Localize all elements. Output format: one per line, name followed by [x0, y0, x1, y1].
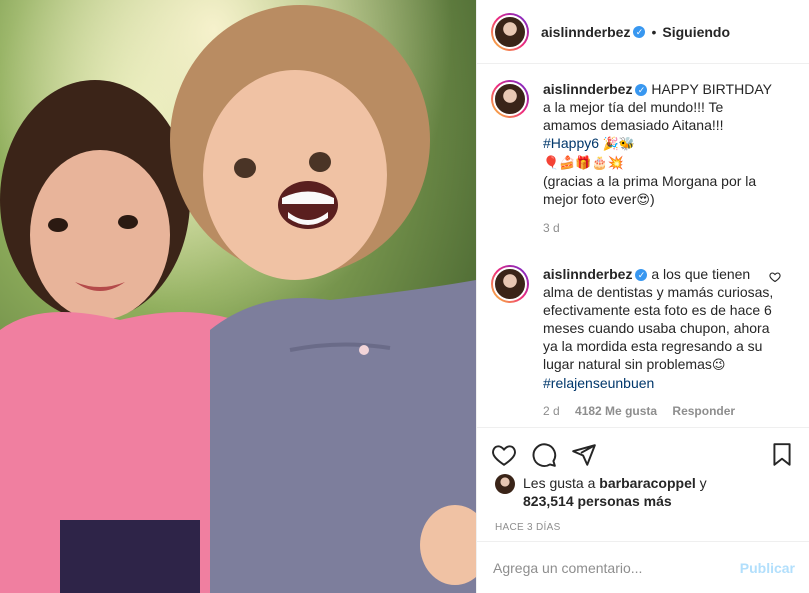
- author-avatar[interactable]: [491, 12, 529, 51]
- reply-button[interactable]: Responder: [672, 404, 735, 418]
- comment-input[interactable]: [493, 559, 740, 576]
- separator-dot: •: [651, 23, 657, 40]
- comment-like-heart-icon[interactable]: [769, 271, 781, 283]
- comment-avatar[interactable]: [491, 265, 529, 303]
- liker-avatar[interactable]: [495, 474, 515, 494]
- liker-username[interactable]: barbaracoppel: [599, 475, 695, 491]
- comment-emoji: 😉: [711, 357, 726, 372]
- likes-count[interactable]: 823,514 personas más: [523, 493, 672, 509]
- post-date[interactable]: HACE 3 DÍAS: [477, 510, 809, 533]
- like-heart-icon[interactable]: [491, 442, 517, 468]
- share-paper-plane-icon[interactable]: [571, 442, 597, 468]
- post-panel: aislinnderbez ✓ • Siguiendo aislinnderbe…: [476, 0, 809, 593]
- instagram-post: aislinnderbez ✓ • Siguiendo aislinnderbe…: [0, 0, 809, 593]
- verified-badge-icon: ✓: [633, 25, 646, 38]
- hashtag-link[interactable]: #relajenseunbuen: [543, 375, 654, 391]
- caption-emojis-line: 🎈🍰🎁🎂💥: [543, 155, 624, 170]
- photo-illustration: [0, 0, 476, 593]
- publish-button[interactable]: Publicar: [740, 560, 795, 576]
- comments-list[interactable]: aislinnderbez ✓ HAPPY BIRTHDAY a la mejor…: [477, 64, 809, 428]
- comment-username[interactable]: aislinnderbez: [543, 266, 632, 282]
- comment-bubble-icon[interactable]: [531, 442, 557, 468]
- caption-avatar[interactable]: [491, 80, 529, 118]
- hashtag-link[interactable]: #Happy6: [543, 135, 599, 151]
- caption-comment: aislinnderbez ✓ HAPPY BIRTHDAY a la mejor…: [491, 80, 795, 237]
- caption-text-3: ): [649, 191, 655, 207]
- caption-body: aislinnderbez ✓ HAPPY BIRTHDAY a la mejor…: [543, 80, 778, 237]
- following-button[interactable]: Siguiendo: [662, 24, 730, 40]
- caption-emoji-end: 😍: [636, 192, 650, 207]
- likes-summary: Les gusta a barbaracoppel y 823,514 pers…: [477, 472, 809, 510]
- post-actions: [477, 428, 809, 472]
- caption-username[interactable]: aislinnderbez: [543, 81, 632, 97]
- comment-time[interactable]: 2 d: [543, 404, 560, 418]
- add-comment-bar: Publicar: [477, 541, 809, 593]
- likes-text: Les gusta a barbaracoppel y 823,514 pers…: [523, 474, 707, 510]
- comment-likes[interactable]: 4182 Me gusta: [575, 404, 657, 418]
- likes-prefix: Les gusta a: [523, 475, 600, 491]
- caption-emojis: 🎉🐝: [599, 136, 636, 151]
- post-header: aislinnderbez ✓ • Siguiendo: [477, 0, 809, 64]
- verified-badge-icon: ✓: [635, 84, 648, 97]
- likes-middle: y: [695, 475, 707, 491]
- verified-badge-icon: ✓: [635, 269, 648, 282]
- comment-item: aislinnderbez ✓ a los que tienen alma de …: [491, 265, 795, 420]
- post-photo[interactable]: [0, 0, 476, 593]
- caption-time[interactable]: 3 d: [543, 221, 560, 235]
- comment-body: aislinnderbez ✓ a los que tienen alma de …: [543, 265, 778, 420]
- author-username[interactable]: aislinnderbez: [541, 24, 630, 40]
- save-bookmark-icon[interactable]: [769, 442, 795, 468]
- caption-meta: 3 d: [543, 219, 778, 237]
- comment-meta: 2 d 4182 Me gusta Responder: [543, 402, 778, 420]
